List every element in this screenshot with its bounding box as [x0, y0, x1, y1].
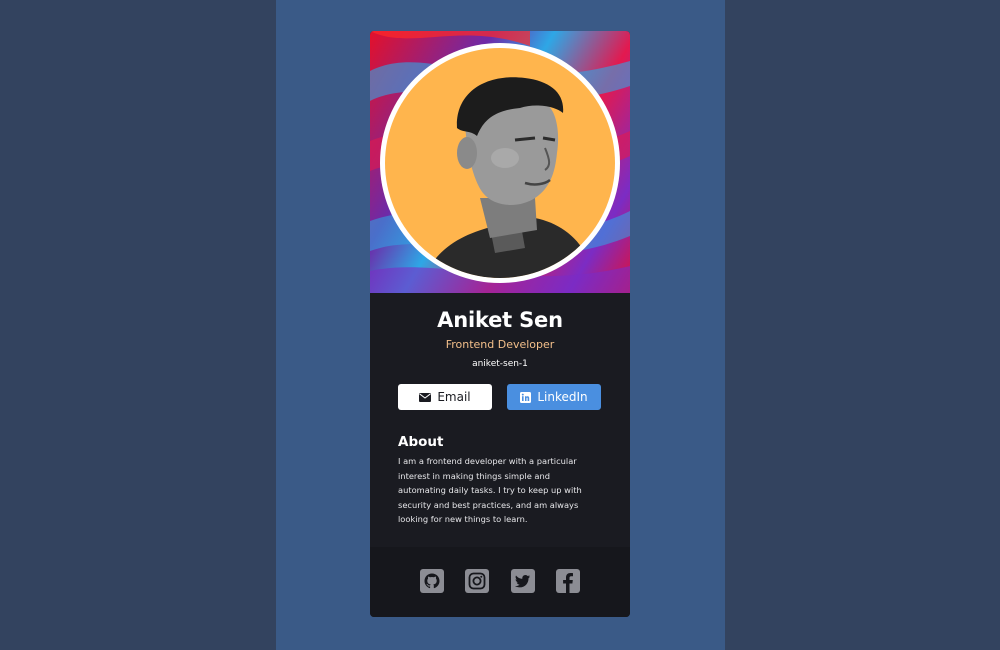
profile-role: Frontend Developer	[445, 338, 555, 351]
profile-handle: aniket-sen-1	[472, 359, 528, 369]
about-line: security and best practices, and am alwa…	[398, 499, 579, 510]
linkedin-button[interactable]: LinkedIn	[507, 384, 601, 410]
hero-banner	[370, 31, 630, 293]
profile-card: Aniket Sen Frontend Developer aniket-sen…	[370, 31, 630, 617]
avatar	[385, 48, 615, 278]
about-heading: About	[398, 434, 444, 450]
about-line: I am a frontend developer with a particu…	[398, 456, 577, 466]
twitter-icon[interactable]	[511, 569, 535, 593]
email-button-label: Email	[437, 390, 471, 404]
profile-name: Aniket Sen	[437, 308, 563, 332]
github-icon[interactable]	[420, 569, 444, 593]
about-line: interest in making things simple and	[398, 470, 551, 481]
about-line: looking for new things to learn.	[398, 514, 528, 525]
avatar-portrait	[425, 77, 595, 278]
about-text: I am a frontend developer with a particu…	[398, 454, 598, 527]
email-button[interactable]: Email	[398, 384, 492, 410]
about-line: automating daily tasks. I try to keep up…	[398, 485, 582, 496]
social-footer	[370, 547, 630, 617]
instagram-icon[interactable]	[465, 569, 489, 593]
facebook-icon[interactable]	[556, 569, 580, 593]
envelope-icon	[419, 392, 432, 402]
linkedin-icon	[520, 391, 532, 403]
linkedin-button-label: LinkedIn	[537, 390, 588, 404]
